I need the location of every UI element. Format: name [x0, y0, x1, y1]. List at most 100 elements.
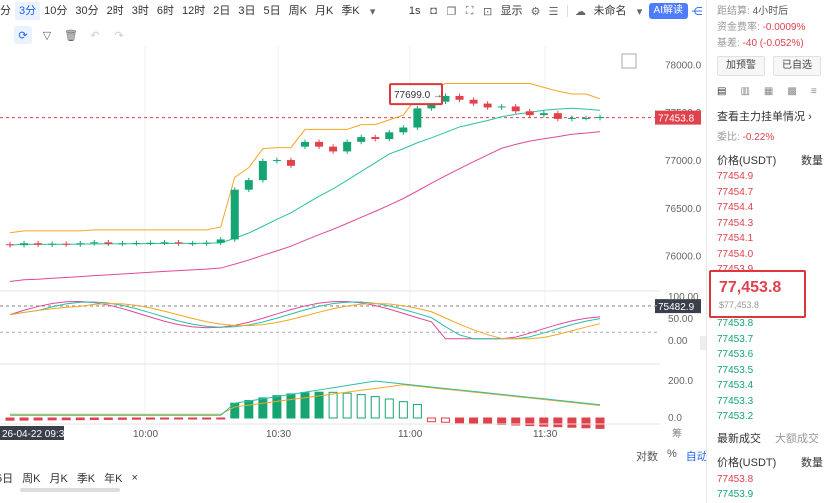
candle	[525, 111, 534, 116]
candle	[90, 242, 99, 244]
candle	[567, 117, 576, 119]
candle	[343, 141, 352, 152]
add-alert-button[interactable]: 加预警	[717, 56, 765, 76]
tf-2d[interactable]: 2日	[209, 2, 234, 20]
percent-scale-toggle[interactable]: %	[667, 448, 677, 464]
filter-icon[interactable]: ▽	[38, 26, 56, 44]
period-year[interactable]: 年K	[104, 470, 122, 486]
bids-only-icon[interactable]: ▥	[740, 86, 749, 97]
volume-bar	[202, 417, 212, 420]
candle	[132, 243, 141, 245]
price-tick-label: 76500.0	[665, 204, 702, 215]
bid-row[interactable]: 77453.4	[717, 380, 753, 391]
horizontal-scrollbar[interactable]	[20, 488, 120, 492]
chevron-down-icon[interactable]: ▾	[631, 2, 649, 20]
tf-5d[interactable]: 5日	[260, 2, 285, 20]
log-scale-toggle[interactable]: 对数	[636, 448, 658, 464]
candle	[76, 243, 85, 245]
tf-3h[interactable]: 3时	[128, 2, 153, 20]
tab-latest-trades[interactable]: 最新成交	[717, 430, 761, 446]
both-sides-icon[interactable]: ▤	[717, 86, 726, 97]
ask-row[interactable]: 77454.9	[717, 171, 753, 182]
close-icon[interactable]: ×	[132, 472, 138, 484]
tf-quarter[interactable]: 季K	[337, 2, 363, 20]
list-icon[interactable]: ☰	[545, 2, 563, 20]
tf-6h[interactable]: 6时	[153, 2, 178, 20]
trash-icon[interactable]: 🗑	[62, 26, 80, 44]
bid-row[interactable]: 77453.3	[717, 396, 753, 407]
candle	[146, 242, 155, 244]
cloud-icon[interactable]: ☁	[572, 2, 590, 20]
fullscreen-icon[interactable]: ⛶	[461, 2, 479, 20]
volume-bar	[103, 417, 113, 420]
tf-week[interactable]: 周K	[285, 2, 311, 20]
ask-row[interactable]: 77454.3	[717, 218, 753, 229]
candle	[258, 161, 267, 181]
bid-row[interactable]: 77453.5	[717, 365, 753, 376]
right-panel: 距结算: 4小时后 资金费率: -0.0009% 基差: -40 (-0.052…	[706, 0, 828, 503]
indicator-tick-label: 0.00	[668, 336, 688, 347]
candle	[160, 242, 169, 244]
chevron-down-icon[interactable]: ▾	[364, 2, 382, 20]
volume-tick-label: 200.0	[668, 376, 693, 387]
candle	[6, 244, 14, 246]
undo-icon[interactable]: ↶	[86, 26, 104, 44]
candle	[399, 127, 408, 133]
candle	[497, 106, 506, 108]
axis-side-label: 筹	[672, 427, 682, 440]
candle	[272, 160, 281, 162]
period-week[interactable]: 周K	[22, 470, 40, 486]
tf-2h[interactable]: 2时	[103, 2, 128, 20]
ai-analysis-button[interactable]: AI解读	[648, 3, 688, 19]
ask-row[interactable]: 77454.4	[717, 202, 753, 213]
bid-row[interactable]: 77453.2	[717, 411, 753, 422]
candle	[371, 137, 380, 139]
ask-row[interactable]: 77454.7	[717, 187, 753, 198]
volume-bar	[117, 417, 127, 420]
volume-bar	[539, 417, 549, 427]
volume-bar	[412, 403, 422, 419]
copy-icon[interactable]: ❐	[443, 2, 461, 20]
grid-icon[interactable]: ▩	[787, 86, 796, 97]
bid-row[interactable]: 77453.7	[717, 334, 753, 345]
volume-bar	[244, 399, 254, 419]
candle	[357, 137, 366, 142]
tf-12h[interactable]: 12时	[178, 2, 209, 20]
redo-icon[interactable]: ↷	[110, 26, 128, 44]
tab-large-trades[interactable]: 大额成交	[775, 430, 819, 446]
layout-name[interactable]: 未命名	[590, 2, 631, 20]
volume-bar	[370, 396, 380, 419]
auto-scale-toggle[interactable]: 自动	[686, 448, 708, 464]
asks-only-icon[interactable]: ▦	[764, 86, 773, 97]
menu-icon[interactable]: ≡	[811, 86, 817, 97]
candlestick-chart[interactable]: 78000.077500.077000.076500.076000.077453…	[0, 46, 706, 503]
candle	[315, 141, 324, 147]
volume-bar	[398, 401, 408, 419]
tf-3d[interactable]: 3日	[234, 2, 259, 20]
bid-row[interactable]: 77453.8	[717, 318, 753, 329]
candle	[301, 141, 309, 147]
gear-icon[interactable]: ⚙	[527, 2, 545, 20]
tf-10m[interactable]: 10分	[40, 2, 71, 20]
basis-label: 基差:	[717, 38, 740, 49]
candle	[104, 242, 113, 244]
magnet-icon[interactable]: ⟳	[14, 26, 32, 44]
camera-icon[interactable]: ◘	[425, 2, 443, 20]
ask-row[interactable]: 77454.0	[717, 249, 753, 260]
watchlist-button[interactable]: 已自选	[773, 56, 821, 76]
volume-bar	[553, 417, 563, 428]
period-month[interactable]: 月K	[49, 470, 67, 486]
tf-3m[interactable]: 3分	[15, 2, 41, 20]
depth-link[interactable]: 查看主力挂单情况 ›	[717, 108, 812, 124]
ask-row[interactable]: 77454.1	[717, 233, 753, 244]
fit-icon[interactable]: ⊡	[479, 2, 497, 20]
bid-row[interactable]: 77453.6	[717, 349, 753, 360]
tf-month[interactable]: 月K	[311, 2, 337, 20]
display-menu[interactable]: 显示	[497, 2, 527, 20]
tf-1m[interactable]: 分	[0, 2, 15, 20]
speed-selector[interactable]: 1s	[405, 2, 425, 20]
tf-30m[interactable]: 30分	[71, 2, 102, 20]
period-quarter[interactable]: 季K	[77, 470, 95, 486]
share-icon[interactable]: ⋲	[688, 2, 706, 20]
period-5d[interactable]: 5日	[0, 470, 13, 486]
